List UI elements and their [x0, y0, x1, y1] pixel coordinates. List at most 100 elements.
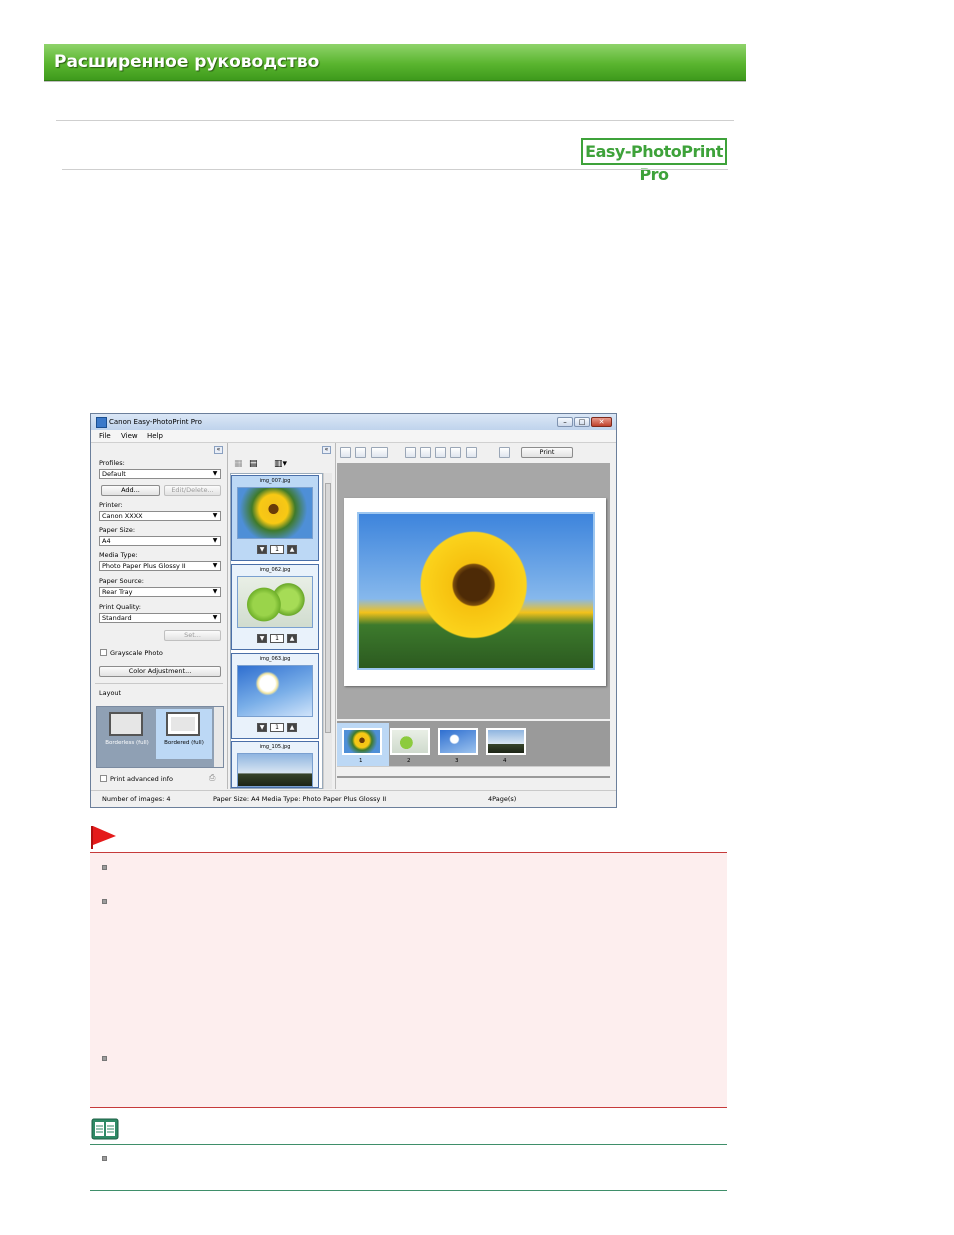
page-thumb[interactable] — [390, 728, 430, 755]
layout-option-bordered[interactable]: Bordered (full) — [156, 709, 212, 759]
copy-icon[interactable] — [466, 447, 477, 458]
view-mode-icon[interactable]: ▥▾ — [274, 459, 290, 470]
select-all-icon[interactable]: ▦ — [234, 459, 245, 470]
paper-source-value: Rear Tray — [102, 588, 133, 596]
bullet — [102, 1156, 107, 1161]
copies-value[interactable]: 1 — [270, 723, 284, 732]
copies-value[interactable]: 1 — [270, 545, 284, 554]
increase-icon[interactable]: ▲ — [287, 723, 297, 732]
copies-value[interactable]: 1 — [270, 634, 284, 643]
collapse-middle-icon[interactable]: « — [322, 446, 331, 454]
chevron-down-icon: ▼ — [212, 562, 218, 569]
divider-bottom — [62, 169, 728, 170]
set-button[interactable]: Set... — [164, 630, 221, 641]
thumbnail-scrollbar[interactable] — [323, 473, 332, 789]
thumbnail-card[interactable]: img_105.jpg — [231, 741, 319, 788]
page-thumb[interactable] — [438, 728, 478, 755]
date-icon[interactable] — [450, 447, 461, 458]
preview-photo — [357, 512, 595, 670]
header-title: Расширенное руководство — [54, 52, 320, 72]
green-apples-image — [237, 576, 313, 628]
thumbnail-card[interactable]: img_063.jpg ▼ 1 ▲ — [231, 653, 319, 739]
printer-select[interactable]: Canon XXXX ▼ — [99, 511, 221, 521]
product-logo: Easy-PhotoPrint Pro — [581, 138, 727, 184]
status-paper: Paper Size: A4 Media Type: Photo Paper P… — [213, 795, 387, 803]
flag-icon — [91, 826, 116, 849]
media-type-value: Photo Paper Plus Glossy II — [102, 562, 186, 570]
header-banner: Расширенное руководство — [44, 44, 746, 81]
layout-option-borderless[interactable]: Borderless (full) — [100, 710, 154, 758]
profiles-value: Default — [102, 470, 126, 478]
rotate-left-icon[interactable] — [405, 447, 416, 458]
thumbnail-card[interactable]: img_007.jpg ▼ 1 ▲ — [231, 475, 319, 561]
paper-source-select[interactable]: Rear Tray ▼ — [99, 587, 221, 597]
add-profile-button[interactable]: Add... — [101, 485, 160, 496]
thumbnail-filename: img_062.jpg — [259, 567, 291, 573]
profiles-select[interactable]: Default ▼ — [99, 469, 221, 479]
grayscale-checkbox[interactable] — [100, 649, 107, 656]
preview-toolbar: Print — [336, 443, 616, 461]
minimize-button[interactable]: – — [557, 417, 573, 427]
decrease-icon[interactable]: ▼ — [257, 545, 267, 554]
status-bar: Number of images: 4 Paper Size: A4 Media… — [91, 790, 616, 807]
thumbnail-filename: img_007.jpg — [259, 478, 291, 484]
image-icon[interactable] — [435, 447, 446, 458]
layout-option-label: Bordered (full) — [164, 740, 204, 746]
deselect-icon[interactable]: ▤ — [249, 459, 260, 470]
page-number: 2 — [407, 758, 411, 764]
zoom-icon[interactable] — [371, 447, 388, 458]
bullet — [102, 865, 107, 870]
page-thumb[interactable] — [342, 728, 382, 755]
menu-help[interactable]: Help — [147, 432, 163, 440]
status-pages: 4Page(s) — [488, 795, 517, 803]
decrease-icon[interactable]: ▼ — [257, 634, 267, 643]
window-title: Canon Easy-PhotoPrint Pro — [109, 418, 202, 426]
page-number: 1 — [359, 758, 363, 764]
close-button[interactable]: ✕ — [591, 417, 612, 427]
profiles-label: Profiles: — [99, 459, 125, 467]
maximize-button[interactable]: □ — [574, 417, 590, 427]
flower-drink-image — [237, 665, 313, 717]
printer-value: Canon XXXX — [102, 512, 143, 520]
edit-delete-button[interactable]: Edit/Delete... — [164, 485, 221, 496]
print-advanced-info-checkbox[interactable] — [100, 775, 107, 782]
paper-size-select[interactable]: A4 ▼ — [99, 536, 221, 546]
print-preview-icon[interactable] — [499, 447, 510, 458]
page-strip: 1 2 3 4 — [337, 721, 610, 778]
layout-thumb — [109, 712, 143, 736]
chevron-down-icon: ▼ — [212, 470, 218, 477]
printer-small-icon[interactable]: ⎙ — [209, 773, 219, 782]
thumbnail-filename: img_105.jpg — [259, 744, 291, 750]
increase-icon[interactable]: ▲ — [287, 545, 297, 554]
bullet — [102, 1056, 107, 1061]
thumbnail-card[interactable]: img_062.jpg ▼ 1 ▲ — [231, 564, 319, 650]
app-icon — [96, 417, 107, 428]
preview-area — [337, 463, 610, 719]
decrease-icon[interactable]: ▼ — [257, 723, 267, 732]
thumbnail-filename: img_063.jpg — [259, 656, 291, 662]
collapse-left-icon[interactable]: « — [214, 446, 223, 454]
print-quality-select[interactable]: Standard ▼ — [99, 613, 221, 623]
page-thumb[interactable] — [486, 728, 526, 755]
grayscale-label: Grayscale Photo — [110, 649, 163, 657]
divider-top — [56, 120, 734, 121]
menu-file[interactable]: File — [99, 432, 111, 440]
paper-size-value: A4 — [102, 537, 111, 545]
next-page-icon[interactable] — [355, 447, 366, 458]
print-button[interactable]: Print — [521, 447, 573, 458]
scroll-thumb[interactable] — [325, 483, 331, 733]
page-number: 4 — [503, 758, 507, 764]
menu-view[interactable]: View — [121, 432, 138, 440]
layout-scrollbar[interactable] — [214, 707, 223, 767]
increase-icon[interactable]: ▲ — [287, 634, 297, 643]
prev-page-icon[interactable] — [340, 447, 351, 458]
media-type-label: Media Type: — [99, 551, 138, 559]
color-adjustment-button[interactable]: Color Adjustment... — [99, 666, 221, 677]
page-strip-scrollbar[interactable] — [337, 766, 610, 776]
title-bar: Canon Easy-PhotoPrint Pro – □ ✕ — [91, 414, 616, 430]
rotate-right-icon[interactable] — [420, 447, 431, 458]
menu-bar: File View Help — [91, 430, 616, 443]
chevron-down-icon: ▼ — [212, 512, 218, 519]
media-type-select[interactable]: Photo Paper Plus Glossy II ▼ — [99, 561, 221, 571]
separator — [95, 683, 223, 684]
